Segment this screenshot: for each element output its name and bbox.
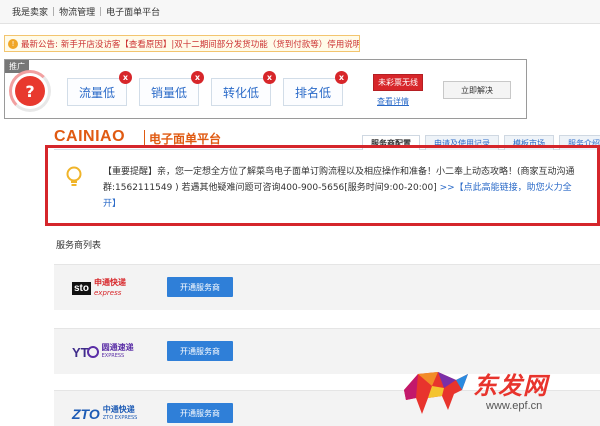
breadcrumb-separator: | xyxy=(52,6,56,17)
zto-logo-en: ZTO EXPRESS xyxy=(102,415,138,421)
close-icon: x xyxy=(263,71,276,84)
lightbulb-icon xyxy=(66,166,82,193)
announcement-icon: ! xyxy=(8,38,18,49)
announcement-bar: ! 最新公告: 新手开店没访客【查看原因】|双十二期间部分发货功能（货到付款等）… xyxy=(4,35,360,52)
reminder-link-end[interactable]: 开】 xyxy=(103,196,597,212)
announcement-label: 最新公告: xyxy=(21,39,58,50)
yto-logo-en: EXPRESS xyxy=(101,353,125,359)
breadcrumb-item-seller[interactable]: 我是卖家 xyxy=(12,5,48,18)
reminder-line-2: 群:1562111549 ) 若遇其他疑难问题可咨询400-900-5656[服… xyxy=(103,183,437,193)
metric-label: 销量低 xyxy=(150,85,187,100)
zto-logo-cn: 中通快递 xyxy=(102,405,135,414)
enable-provider-button-zto[interactable]: 开通服务商 xyxy=(167,403,233,423)
reminder-line-1: 【重要提醒】亲，您一定想全方位了解菜鸟电子面单订购流程以及相应操作和准备！小二奉… xyxy=(103,167,575,177)
sto-logo: sto 申通快递 express xyxy=(72,274,150,302)
sto-logo-en: express xyxy=(94,289,122,297)
reminder-link[interactable]: >>【点此高能链接，助您火力全 xyxy=(437,183,572,193)
diagnosis-gauge: ? xyxy=(9,70,51,112)
provider-row-sto: sto 申通快递 express 开通服务商 xyxy=(54,264,600,310)
zto-logo: ZTO 中通快递 ZTO EXPRESS xyxy=(72,400,150,426)
yto-logo-cn: 圆通速递 xyxy=(101,343,134,352)
metric-label: 转化低 xyxy=(222,85,259,100)
provider-list-title: 服务商列表 xyxy=(56,241,102,251)
cainiao-logo: CAINIAO xyxy=(54,128,126,145)
sto-logo-cn: 申通快递 xyxy=(94,278,126,287)
enable-provider-button-sto[interactable]: 开通服务商 xyxy=(167,277,233,297)
important-reminder-box: 【重要提醒】亲，您一定想全方位了解菜鸟电子面单订购流程以及相应操作和准备！小二奉… xyxy=(45,145,600,226)
site-watermark: 东发网 www.epf.cn xyxy=(398,356,600,426)
breadcrumb-separator: | xyxy=(99,6,103,17)
warning-badge: 未彩票无线 xyxy=(373,74,423,91)
enable-provider-button-yto[interactable]: 开通服务商 xyxy=(167,341,233,361)
metric-traffic-low[interactable]: 流量低 x xyxy=(67,71,132,106)
metric-ranking-low[interactable]: 排名低 x xyxy=(283,71,348,106)
yto-logo: YT 圆通速递 EXPRESS xyxy=(72,338,150,366)
watermark-text: 东发网 xyxy=(473,372,548,400)
question-icon: ? xyxy=(15,76,45,106)
reminder-text: 【重要提醒】亲，您一定想全方位了解菜鸟电子面单订购流程以及相应操作和准备！小二奉… xyxy=(103,164,597,212)
yto-circle-icon xyxy=(86,346,99,358)
close-icon: x xyxy=(191,71,204,84)
bull-logo-icon xyxy=(404,372,468,414)
zto-logo-mark: ZTO xyxy=(72,406,100,422)
close-icon: x xyxy=(335,71,348,84)
view-details-link[interactable]: 查看详情 xyxy=(377,96,409,107)
metric-label: 排名低 xyxy=(294,85,331,100)
metric-label: 流量低 xyxy=(78,85,115,100)
close-icon: x xyxy=(119,71,132,84)
breadcrumb-item-current: 电子面单平台 xyxy=(106,8,161,18)
metric-conversion-low[interactable]: 转化低 x xyxy=(211,71,276,106)
breadcrumb-item-logistics[interactable]: 物流管理 xyxy=(59,5,95,18)
watermark-url: www.epf.cn xyxy=(486,400,543,412)
breadcrumb: 我是卖家 | 物流管理 | 电子面单平台 xyxy=(0,0,600,24)
announcement-link[interactable]: 新手开店没访客【查看原因】|双十二期间部分发货功能（货到付款等）停用说明 xyxy=(61,38,359,50)
solve-now-button[interactable]: 立即解决 xyxy=(443,81,511,99)
metric-sales-low[interactable]: 销量低 x xyxy=(139,71,204,106)
shop-diagnosis-panel: 推广 ? 流量低 x 销量低 x 转化低 x 排名低 x 未彩票无线 查看详情 … xyxy=(4,59,527,119)
sto-logo-mark: sto xyxy=(72,281,91,295)
